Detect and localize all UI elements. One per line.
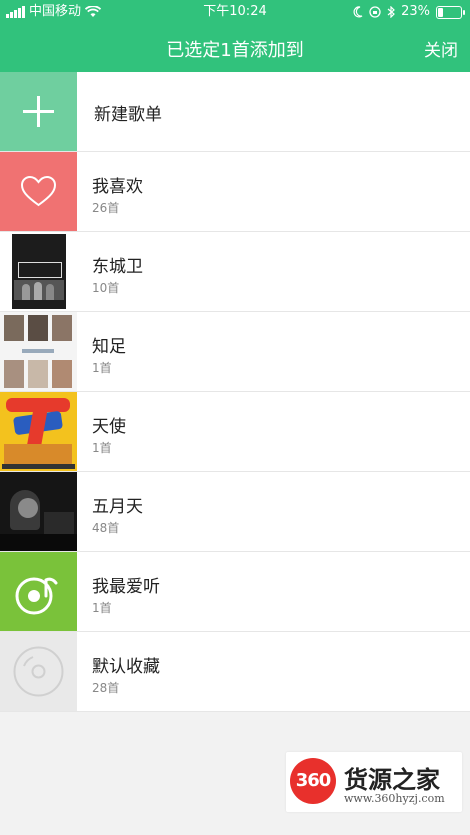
battery-percent: 23%: [401, 4, 430, 19]
row-count: 1首: [92, 441, 112, 455]
page-title: 已选定1首添加到: [166, 40, 304, 61]
close-button[interactable]: 关闭: [424, 36, 458, 61]
bluetooth-icon: [387, 6, 395, 18]
album-cover: [0, 472, 77, 551]
row-count: 48首: [92, 521, 120, 535]
row-title: 我最爱听: [92, 577, 160, 597]
watermark-name: 货源之家: [344, 766, 440, 794]
row-title: 天使: [92, 417, 126, 437]
album-cover: [0, 392, 77, 471]
moon-icon: [353, 6, 363, 18]
new-playlist-row[interactable]: 新建歌单: [0, 72, 470, 152]
title-bar: 已选定1首添加到 关闭: [0, 28, 470, 68]
row-count: 28首: [92, 681, 120, 695]
heart-icon: [0, 152, 77, 231]
row-title: 五月天: [92, 497, 143, 517]
album-cover: [0, 232, 77, 311]
album-cover: [0, 312, 77, 391]
playlist-row[interactable]: 默认收藏 28首: [0, 632, 470, 712]
row-title: 我喜欢: [92, 177, 143, 197]
music-disc-icon: [0, 552, 77, 631]
watermark-logo: 360 货源之家 www.360hyzj.com: [286, 752, 462, 812]
watermark-badge: 360: [290, 758, 336, 804]
battery-icon: [436, 5, 465, 19]
playlist-row[interactable]: 我最爱听 1首: [0, 552, 470, 632]
row-count: 10首: [92, 281, 120, 295]
status-bar: 中国移动 下午10:24 23%: [0, 0, 470, 24]
playlist-list: 新建歌单 我喜欢 26首 东城卫 10首 知足 1首 天使 1首 五月天 48首…: [0, 72, 470, 712]
row-title: 知足: [92, 337, 126, 357]
top-bar: 中国移动 下午10:24 23% 已选定1首添加到 关闭: [0, 0, 470, 72]
disc-icon: [0, 632, 77, 711]
playlist-row[interactable]: 东城卫 10首: [0, 232, 470, 312]
playlist-row[interactable]: 五月天 48首: [0, 472, 470, 552]
plus-icon: [0, 72, 77, 151]
row-title: 东城卫: [92, 257, 143, 277]
row-title: 默认收藏: [92, 657, 160, 677]
watermark-url: www.360hyzj.com: [344, 792, 445, 805]
row-title: 新建歌单: [94, 105, 162, 125]
playlist-row[interactable]: 天使 1首: [0, 392, 470, 472]
row-count: 1首: [92, 601, 112, 615]
playlist-row[interactable]: 我喜欢 26首: [0, 152, 470, 232]
row-count: 1首: [92, 361, 112, 375]
playlist-row[interactable]: 知足 1首: [0, 312, 470, 392]
rotation-lock-icon: [369, 6, 381, 18]
row-count: 26首: [92, 201, 120, 215]
